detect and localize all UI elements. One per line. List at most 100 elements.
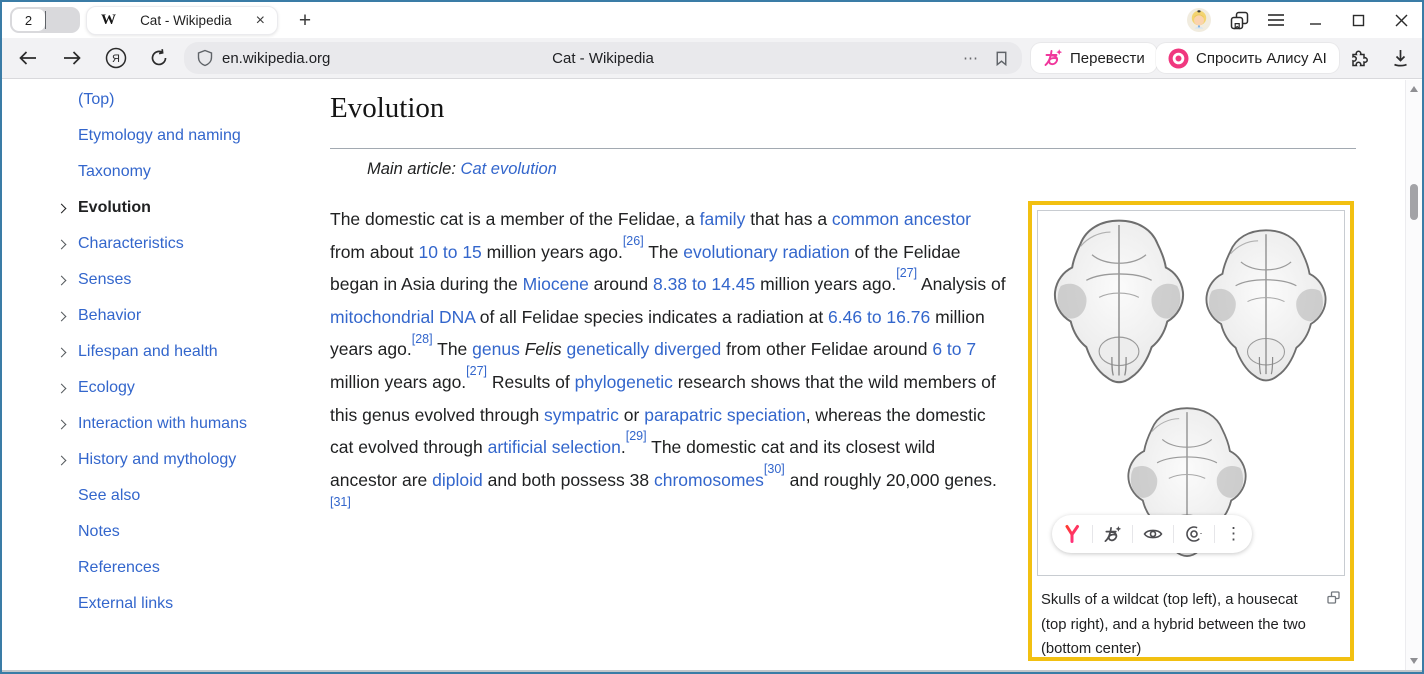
refresh-icon[interactable] [145,44,173,72]
article-link[interactable]: chromosomes [654,470,764,490]
sidebar-item-label: Senses [78,271,131,289]
reference-link[interactable]: [26] [623,234,644,248]
scroll-up-arrow[interactable] [1410,86,1418,92]
article-link[interactable]: phylogenetic [575,372,673,392]
reference-link[interactable]: [29] [626,429,647,443]
article-text: from other Felidae around [721,339,932,359]
table-of-contents: (Top)Etymology and namingTaxonomyEvoluti… [56,82,320,622]
forward-button[interactable] [58,44,86,72]
address-bar[interactable]: en.wikipedia.org Cat - Wikipedia ⋯ [184,42,1022,74]
new-tab-button[interactable]: + [290,6,320,35]
close-window-button[interactable] [1388,14,1414,27]
article-link[interactable]: 6.46 to 16.76 [828,307,930,327]
article-link[interactable]: evolutionary radiation [683,242,849,262]
article-link[interactable]: artificial selection [488,437,621,457]
image-search-lens-icon[interactable] [1184,524,1204,544]
sidebar-item-characteristics[interactable]: Characteristics [56,226,320,262]
preview-eye-icon[interactable] [1143,526,1163,542]
page-scrollbar[interactable] [1405,80,1422,670]
chevron-right-icon[interactable] [57,347,67,357]
window-bottom-edge [2,670,1422,672]
minimize-button[interactable] [1302,14,1328,27]
article-link[interactable]: genus [472,339,520,359]
tab-counter-button[interactable]: 2 [10,7,80,33]
extensions-icon[interactable] [1345,44,1373,72]
article-link[interactable]: 6 to 7 [932,339,976,359]
article-link[interactable]: family [700,209,746,229]
reference-sup: [29] [626,429,647,443]
translate-image-icon[interactable] [1103,525,1122,544]
article-link[interactable]: diploid [432,470,483,490]
tab-cat-wikipedia[interactable]: W Cat - Wikipedia × [86,6,278,35]
article-link[interactable]: 8.38 to 14.45 [653,274,755,294]
reference-link[interactable]: [27] [896,266,917,280]
sidebar-item-ecology[interactable]: Ecology [56,370,320,406]
main-article-link[interactable]: Cat evolution [461,160,557,178]
reference-link[interactable]: [30] [764,462,785,476]
chevron-right-icon[interactable] [57,311,67,321]
sidebar-item-etymology-and-naming[interactable]: Etymology and naming [56,118,320,154]
article-link[interactable]: common ancestor [832,209,971,229]
translate-button[interactable]: Перевести [1031,43,1157,73]
article-link[interactable]: Miocene [523,274,589,294]
sidebar-item-interaction-with-humans[interactable]: Interaction with humans [56,406,320,442]
scroll-down-arrow[interactable] [1410,658,1418,664]
chevron-right-icon[interactable] [57,275,67,285]
ask-alice-button[interactable]: Спросить Алису AI [1156,43,1339,73]
chevron-right-icon[interactable] [57,383,67,393]
yandex-start-icon[interactable]: Я [102,44,130,72]
collections-icon[interactable] [1229,10,1250,31]
sidebar-item-history-and-mythology[interactable]: History and mythology [56,442,320,478]
downloads-icon[interactable] [1386,44,1414,72]
reference-link[interactable]: [28] [412,332,433,346]
article-text: and roughly 20,000 genes. [785,470,997,490]
reference-link[interactable]: [27] [466,364,487,378]
article-link[interactable]: genetically diverged [567,339,722,359]
sidebar-item-label: See also [78,487,140,505]
tab-close-icon[interactable]: × [256,13,265,29]
sidebar-item-external-links[interactable]: External links [56,586,320,622]
sidebar-item-behavior[interactable]: Behavior [56,298,320,334]
skulls-image[interactable]: ⋮ [1037,210,1345,576]
article-link[interactable]: parapatric speciation [644,405,805,425]
sidebar-item-see-also[interactable]: See also [56,478,320,514]
tab-count[interactable]: 2 [12,9,45,31]
sidebar-item-notes[interactable]: Notes [56,514,320,550]
sidebar-item-references[interactable]: References [56,550,320,586]
sidebar-item-label: History and mythology [78,451,236,469]
sidebar-item-top[interactable]: (Top) [56,82,320,118]
menu-icon[interactable] [1267,13,1285,27]
more-actions-icon[interactable]: ⋯ [963,49,979,67]
article-link[interactable]: mitochondrial DNA [330,307,475,327]
chevron-right-icon[interactable] [57,239,67,249]
sidebar-item-label: Lifespan and health [78,343,218,361]
chevron-down-icon [45,11,46,29]
image-more-icon[interactable]: ⋮ [1225,524,1242,544]
chevron-right-icon[interactable] [57,203,67,213]
scrollbar-thumb[interactable] [1410,184,1418,220]
sidebar-item-lifespan-and-health[interactable]: Lifespan and health [56,334,320,370]
chevron-right-icon[interactable] [57,419,67,429]
reference-sup: [30] [764,462,785,476]
bookmark-icon[interactable] [993,50,1010,67]
housecat-skull [1206,230,1325,380]
enlarge-icon[interactable] [1326,590,1341,605]
translate-label: Перевести [1070,50,1145,67]
maximize-button[interactable] [1345,14,1371,27]
back-button[interactable] [14,44,42,72]
reference-sup: [26] [623,234,644,248]
wildcat-skull [1055,221,1183,383]
article-text: million years ago. [755,274,896,294]
sidebar-item-taxonomy[interactable]: Taxonomy [56,154,320,190]
article-link[interactable]: sympatric [544,405,619,425]
yandex-logo-icon[interactable] [1062,524,1082,544]
sidebar-item-senses[interactable]: Senses [56,262,320,298]
article-text: Results of [487,372,575,392]
sidebar-item-evolution[interactable]: Evolution [56,190,320,226]
profile-avatar[interactable] [1186,7,1212,33]
article-link[interactable]: 10 to 15 [419,242,482,262]
reference-link[interactable]: [31] [330,495,351,509]
svg-text:Я: Я [112,53,120,65]
article-text: million years ago. [482,242,623,262]
chevron-right-icon[interactable] [57,455,67,465]
